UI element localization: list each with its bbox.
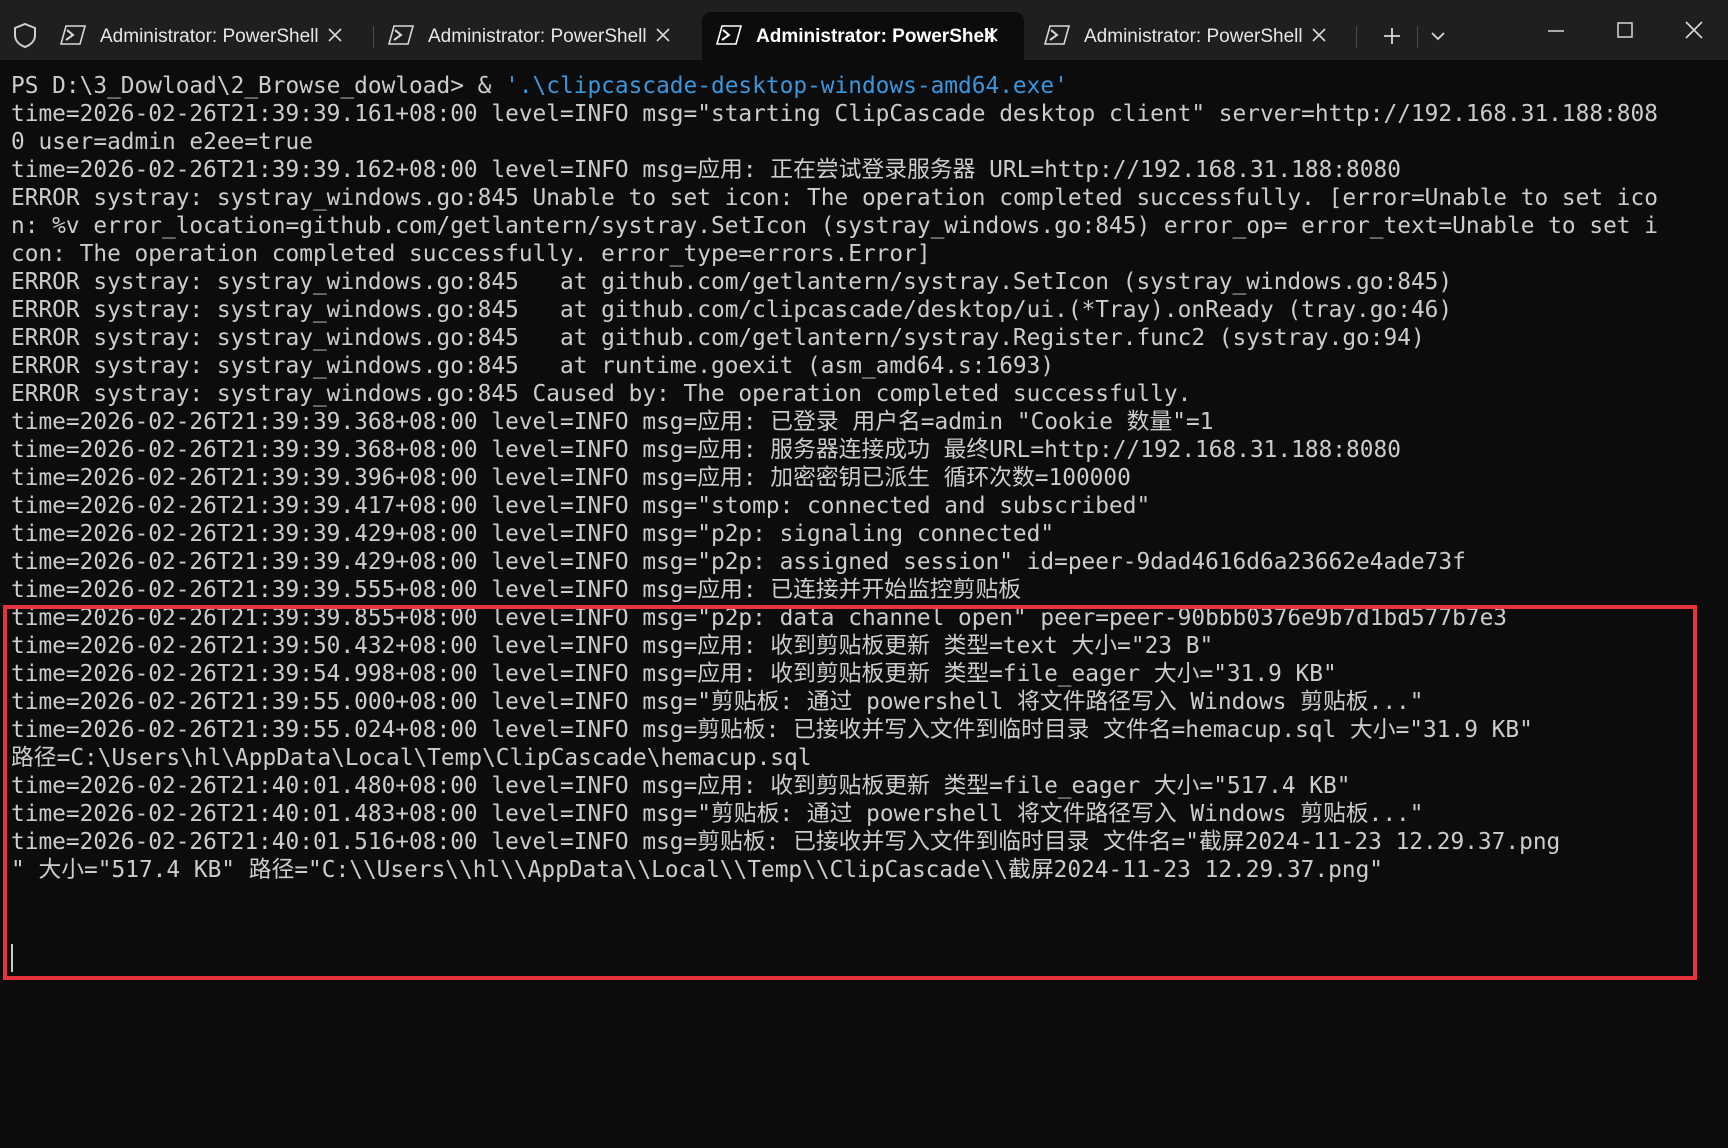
close-icon[interactable] [1308, 24, 1330, 46]
close-icon[interactable] [324, 24, 346, 46]
prompt-text: PS D:\3_Dowload\2_Browse_dowload> & [11, 73, 506, 99]
log-line: time=2026-02-26T21:39:54.998+08:00 level… [11, 661, 1337, 687]
log-line: time=2026-02-26T21:39:39.429+08:00 level… [11, 549, 1466, 575]
text-cursor [11, 944, 13, 972]
tab-powershell-1[interactable]: Administrator: PowerShell [46, 12, 368, 60]
log-line: ERROR systray: systray_windows.go:845 at… [11, 353, 1055, 379]
log-line: time=2026-02-26T21:39:39.396+08:00 level… [11, 465, 1131, 491]
tab-label: Administrator: PowerShell [428, 26, 647, 47]
powershell-icon [59, 24, 87, 46]
close-icon[interactable] [652, 24, 674, 46]
command-argument: '.\clipcascade-desktop-windows-amd64.exe… [505, 73, 1068, 99]
close-icon[interactable] [980, 24, 1002, 46]
tab-powershell-2[interactable]: Administrator: PowerShell [374, 12, 696, 60]
log-line: ERROR systray: systray_windows.go:845 at… [11, 297, 1453, 323]
tab-label: Administrator: PowerShell [100, 26, 319, 47]
log-line: 0 user=admin e2ee=true [11, 129, 313, 155]
log-line: time=2026-02-26T21:39:39.162+08:00 level… [11, 157, 1401, 183]
powershell-icon [1043, 24, 1071, 46]
tab-label: Administrator: PowerShell [1084, 26, 1303, 47]
log-line: 路径=C:\Users\hl\AppData\Local\Temp\ClipCa… [11, 745, 812, 771]
log-line: " 大小="517.4 KB" 路径="C:\\Users\\hl\\AppDa… [11, 857, 1384, 883]
log-line: time=2026-02-26T21:39:39.368+08:00 level… [11, 437, 1401, 463]
tab-powershell-4[interactable]: Administrator: PowerShell [1030, 12, 1352, 60]
log-line: time=2026-02-26T21:39:39.429+08:00 level… [11, 521, 1055, 547]
tab-label: Administrator: PowerShell [756, 26, 995, 47]
prompt-line: PS D:\3_Dowload\2_Browse_dowload> & '.\c… [11, 72, 1068, 100]
terminal-output[interactable]: PS D:\3_Dowload\2_Browse_dowload> & '.\c… [0, 60, 1728, 1148]
log-line: time=2026-02-26T21:39:39.855+08:00 level… [11, 605, 1508, 631]
plus-icon[interactable] [1372, 16, 1412, 56]
log-line: ERROR systray: systray_windows.go:845 Un… [11, 185, 1658, 211]
powershell-icon [387, 24, 415, 46]
minimize-icon[interactable] [1536, 10, 1576, 50]
log-line: time=2026-02-26T21:39:39.368+08:00 level… [11, 409, 1214, 435]
log-line: time=2026-02-26T21:40:01.483+08:00 level… [11, 801, 1424, 827]
tab-powershell-3-active[interactable]: Administrator: PowerShell [702, 12, 1024, 60]
log-line: ERROR systray: systray_windows.go:845 at… [11, 325, 1425, 351]
log-line: time=2026-02-26T21:39:39.555+08:00 level… [11, 577, 1022, 603]
log-line: ERROR systray: systray_windows.go:845 at… [11, 269, 1453, 295]
chevron-down-icon[interactable] [1418, 16, 1458, 56]
log-line: time=2026-02-26T21:39:55.024+08:00 level… [11, 717, 1533, 743]
powershell-icon [715, 24, 743, 46]
log-line: con: The operation completed successfull… [11, 241, 931, 267]
log-line: time=2026-02-26T21:39:39.417+08:00 level… [11, 493, 1151, 519]
maximize-icon[interactable] [1605, 10, 1645, 50]
log-line: time=2026-02-26T21:39:50.432+08:00 level… [11, 633, 1214, 659]
title-bar: Administrator: PowerShell Administrator:… [0, 0, 1728, 60]
log-line: time=2026-02-26T21:39:55.000+08:00 level… [11, 689, 1424, 715]
close-icon[interactable] [1674, 10, 1714, 50]
log-line: time=2026-02-26T21:40:01.480+08:00 level… [11, 773, 1351, 799]
shield-icon [10, 20, 40, 50]
log-line: ERROR systray: systray_windows.go:845 Ca… [11, 381, 1192, 407]
log-line: time=2026-02-26T21:40:01.516+08:00 level… [11, 829, 1561, 855]
tab-divider [1356, 26, 1357, 48]
log-line: n: %v error_location=github.com/getlante… [11, 213, 1658, 239]
log-line: time=2026-02-26T21:39:39.161+08:00 level… [11, 101, 1658, 127]
